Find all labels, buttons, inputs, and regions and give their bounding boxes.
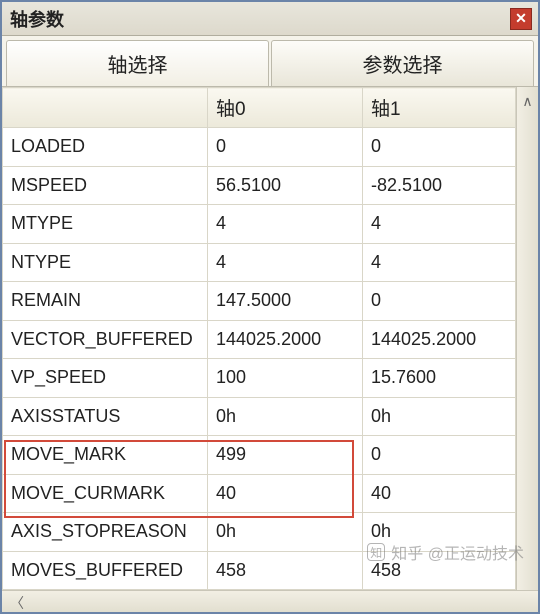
- table-row: MSPEED 56.5100 -82.5100: [3, 166, 516, 205]
- table-row: VECTOR_BUFFERED 144025.2000 144025.2000: [3, 320, 516, 359]
- cell-a1[interactable]: 4: [363, 243, 516, 282]
- cell-a1[interactable]: 0h: [363, 397, 516, 436]
- cell-a0[interactable]: 100: [208, 359, 363, 398]
- cell-a1[interactable]: 458: [363, 551, 516, 590]
- table-row: REMAIN 147.5000 0: [3, 282, 516, 321]
- col-header-axis1[interactable]: 轴1: [363, 88, 516, 128]
- cell-a0[interactable]: 0h: [208, 397, 363, 436]
- cell-name[interactable]: REMAIN: [3, 282, 208, 321]
- table-row: MOVE_CURMARK 40 40: [3, 474, 516, 513]
- params-table: 轴0 轴1 LOADED 0 0 MSPEED 56.5100 -82.5100…: [2, 87, 516, 590]
- cell-a0[interactable]: 0h: [208, 513, 363, 552]
- header-row: 轴0 轴1: [3, 88, 516, 128]
- cell-name[interactable]: AXISSTATUS: [3, 397, 208, 436]
- scroll-left-icon[interactable]: 〈: [8, 593, 26, 611]
- vertical-scrollbar[interactable]: ∧: [516, 87, 538, 590]
- cell-a1[interactable]: 144025.2000: [363, 320, 516, 359]
- table-row: MOVE_MARK 499 0: [3, 436, 516, 475]
- cell-a0[interactable]: 4: [208, 205, 363, 244]
- grid-area: 轴0 轴1 LOADED 0 0 MSPEED 56.5100 -82.5100…: [2, 87, 538, 590]
- table-row: AXIS_STOPREASON 0h 0h: [3, 513, 516, 552]
- table-row: AXISSTATUS 0h 0h: [3, 397, 516, 436]
- cell-a1[interactable]: 4: [363, 205, 516, 244]
- cell-a1[interactable]: 0h: [363, 513, 516, 552]
- tab-axis-select-label: 轴选择: [108, 49, 168, 78]
- cell-a0[interactable]: 40: [208, 474, 363, 513]
- cell-a0[interactable]: 147.5000: [208, 282, 363, 321]
- table-row: MOVES_BUFFERED 458 458: [3, 551, 516, 590]
- cell-a1[interactable]: 40: [363, 474, 516, 513]
- cell-name[interactable]: NTYPE: [3, 243, 208, 282]
- table-row: LOADED 0 0: [3, 128, 516, 167]
- cell-name[interactable]: MOVE_CURMARK: [3, 474, 208, 513]
- cell-a1[interactable]: 15.7600: [363, 359, 516, 398]
- cell-a0[interactable]: 458: [208, 551, 363, 590]
- cell-name[interactable]: MOVE_MARK: [3, 436, 208, 475]
- col-header-name[interactable]: [3, 88, 208, 128]
- cell-a0[interactable]: 499: [208, 436, 363, 475]
- close-icon: ✕: [515, 10, 527, 27]
- cell-name[interactable]: VP_SPEED: [3, 359, 208, 398]
- close-button[interactable]: ✕: [510, 8, 532, 30]
- cell-a1[interactable]: 0: [363, 436, 516, 475]
- cell-name[interactable]: VECTOR_BUFFERED: [3, 320, 208, 359]
- cell-a0[interactable]: 144025.2000: [208, 320, 363, 359]
- window-title: 轴参数: [10, 6, 64, 32]
- cell-name[interactable]: LOADED: [3, 128, 208, 167]
- cell-name[interactable]: MSPEED: [3, 166, 208, 205]
- cell-name[interactable]: AXIS_STOPREASON: [3, 513, 208, 552]
- cell-name[interactable]: MOVES_BUFFERED: [3, 551, 208, 590]
- cell-a1[interactable]: 0: [363, 282, 516, 321]
- cell-a1[interactable]: 0: [363, 128, 516, 167]
- cell-name[interactable]: MTYPE: [3, 205, 208, 244]
- tab-axis-select[interactable]: 轴选择: [6, 40, 269, 86]
- table-row: MTYPE 4 4: [3, 205, 516, 244]
- tab-param-select[interactable]: 参数选择: [271, 40, 534, 86]
- cell-a0[interactable]: 4: [208, 243, 363, 282]
- cell-a0[interactable]: 56.5100: [208, 166, 363, 205]
- tab-bar: 轴选择 参数选择: [2, 36, 538, 87]
- params-tbody: LOADED 0 0 MSPEED 56.5100 -82.5100 MTYPE…: [3, 128, 516, 590]
- horizontal-scrollbar[interactable]: 〈: [2, 590, 538, 612]
- cell-a1[interactable]: -82.5100: [363, 166, 516, 205]
- tab-param-select-label: 参数选择: [363, 49, 443, 78]
- axis-params-window: 轴参数 ✕ 轴选择 参数选择 轴0 轴1 LOADED 0: [0, 0, 540, 614]
- cell-a0[interactable]: 0: [208, 128, 363, 167]
- scroll-up-icon[interactable]: ∧: [519, 93, 537, 111]
- col-header-axis0[interactable]: 轴0: [208, 88, 363, 128]
- titlebar: 轴参数 ✕: [2, 2, 538, 36]
- table-row: VP_SPEED 100 15.7600: [3, 359, 516, 398]
- table-row: NTYPE 4 4: [3, 243, 516, 282]
